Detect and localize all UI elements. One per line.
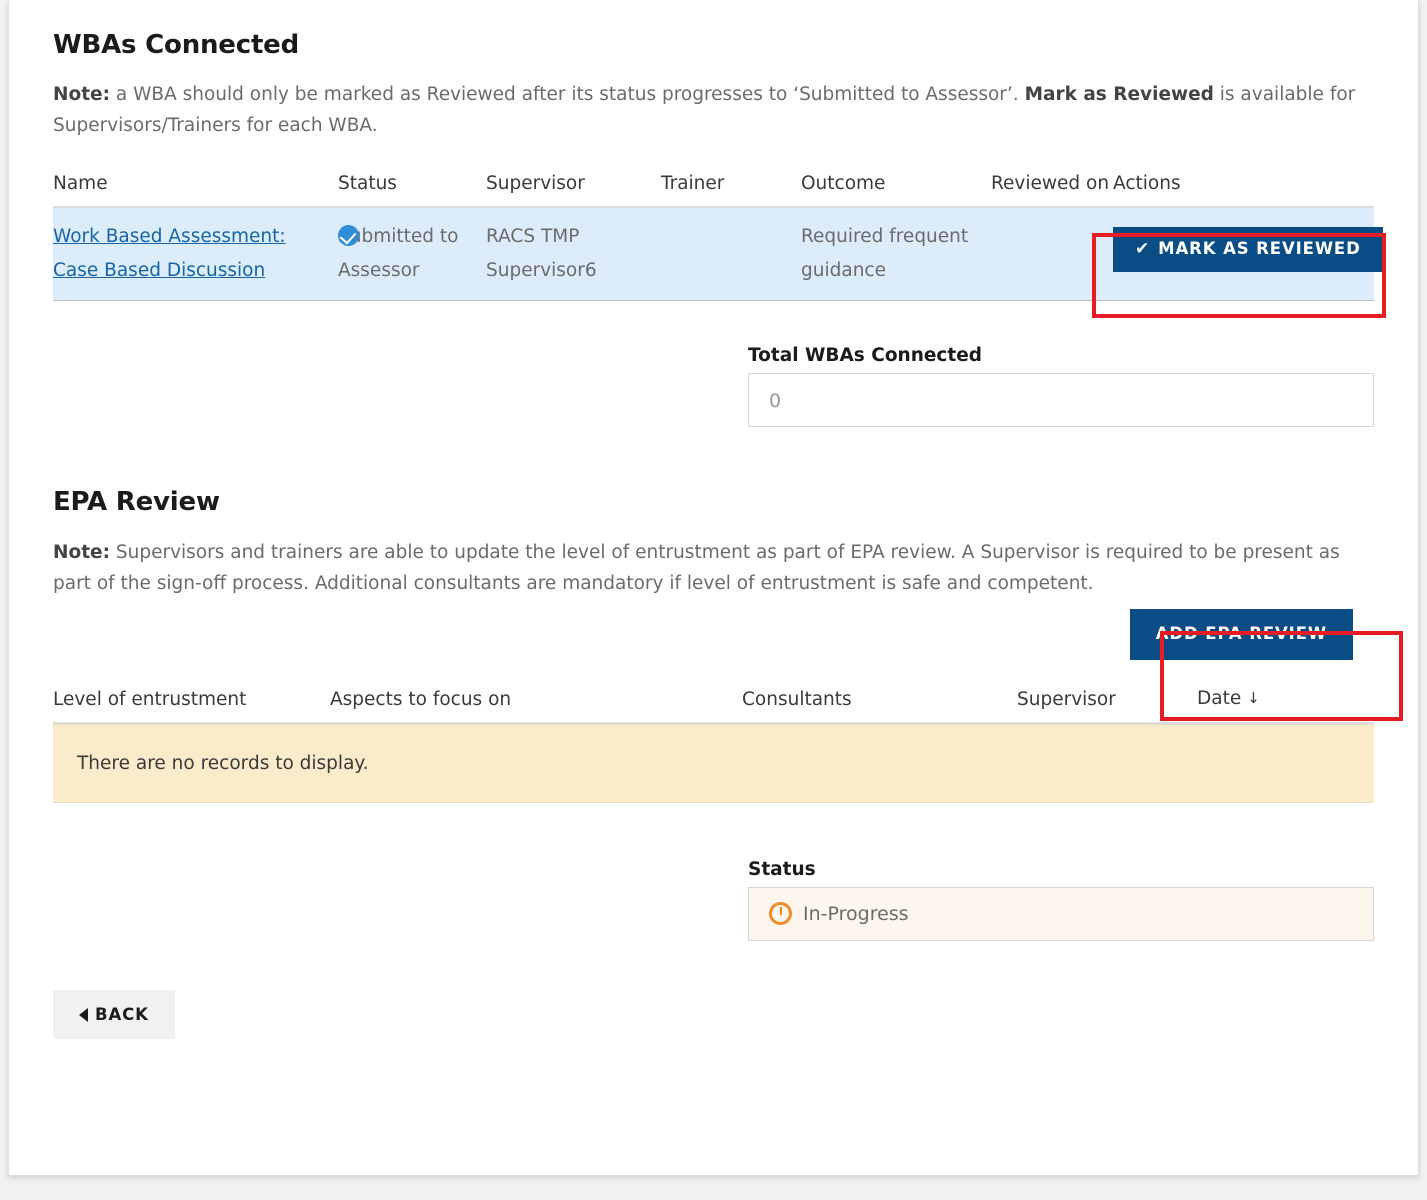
wbas-header-row: Name Status Supervisor Trainer Outcome R… [53,169,1374,207]
back-button-label: BACK [95,1004,149,1024]
check-circle-icon [338,225,359,246]
screenshot-viewport: WBAs Connected Note: a WBA should only b… [0,0,1427,1200]
epa-col-level-of-entrustment[interactable]: Level of entrustment [53,684,330,723]
in-progress-spinner-icon [769,902,792,925]
wbas-note-bold: Mark as Reviewed [1024,84,1214,105]
epa-review-note: Note: Supervisors and trainers are able … [53,537,1378,599]
back-button[interactable]: BACK [53,989,175,1039]
wbas-cell-name: Work Based Assessment: Case Based Discus… [53,207,338,301]
wbas-col-status[interactable]: Status [338,169,486,207]
status-badge: In-Progress [748,886,1374,941]
wbas-col-supervisor[interactable]: Supervisor [486,169,661,207]
wbas-col-outcome[interactable]: Outcome [801,169,991,207]
status-field: Status In-Progress [748,859,1374,941]
total-wbas-value: 0 [748,373,1374,427]
wbas-col-actions: Actions [1113,173,1181,194]
epa-col-aspects-to-focus-on[interactable]: Aspects to focus on [330,684,742,723]
status-value: In-Progress [803,902,909,925]
wba-name-link[interactable]: Work Based Assessment: Case Based Discus… [53,226,286,281]
wbas-col-reviewed-on[interactable]: Reviewed on [991,169,1113,207]
wbas-table-head: Name Status Supervisor Trainer Outcome R… [53,169,1374,207]
wbas-connected-note: Note: a WBA should only be marked as Rev… [53,79,1374,141]
wbas-cell-trainer [661,207,801,301]
total-wbas-label: Total WBAs Connected [748,345,983,366]
epa-review-title: EPA Review [53,487,220,517]
highlight-mark-as-reviewed [1092,233,1386,318]
epa-note-prefix: Note: [53,542,110,563]
epa-note-text: Supervisors and trainers are able to upd… [53,542,1340,594]
epa-col-consultants[interactable]: Consultants [742,684,1017,723]
wbas-note-part1: a WBA should only be marked as Reviewed … [109,84,1025,105]
total-wbas-wrapper: Total WBAs Connected 0 [53,345,1374,427]
wbas-cell-status: Submitted to Assessor [338,207,486,301]
triangle-left-icon [79,1007,88,1022]
highlight-add-epa-review [1160,631,1403,721]
total-wbas-field: Total WBAs Connected 0 [748,345,1374,427]
wbas-connected-title: WBAs Connected [53,30,300,60]
epa-empty-message: There are no records to display. [53,723,1374,803]
wbas-cell-outcome: Required frequent guidance [801,226,969,281]
wbas-col-name[interactable]: Name [53,169,338,207]
status-label: Status [748,858,816,880]
wbas-cell-supervisor: RACS TMP Supervisor6 [486,226,597,281]
wbas-col-trainer[interactable]: Trainer [661,169,801,207]
content-card: WBAs Connected Note: a WBA should only b… [8,0,1419,1176]
status-field-wrapper: Status In-Progress [53,859,1374,941]
wbas-note-prefix: Note: [53,84,110,105]
content-inner: WBAs Connected Note: a WBA should only b… [9,0,1418,1039]
